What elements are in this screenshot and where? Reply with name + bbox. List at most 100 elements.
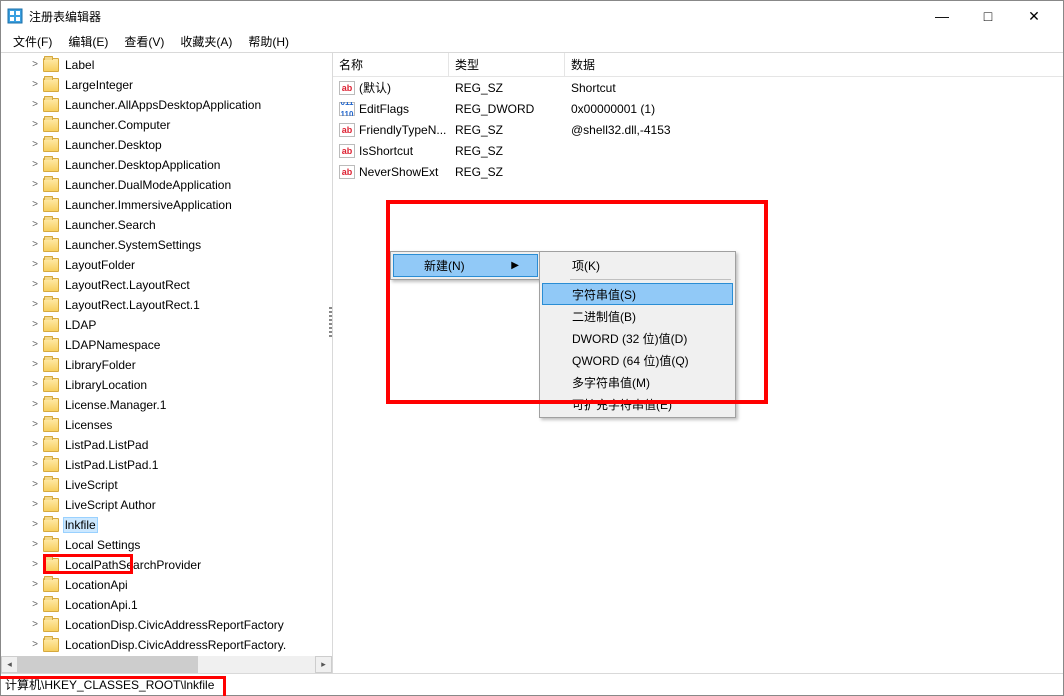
tree-item[interactable]: >ListPad.ListPad.1 [1, 455, 332, 475]
folder-icon [43, 158, 59, 172]
expander-icon[interactable]: > [29, 219, 41, 230]
expander-icon[interactable]: > [29, 139, 41, 150]
expander-icon[interactable]: > [29, 619, 41, 630]
expander-icon[interactable]: > [29, 479, 41, 490]
menu-item-new[interactable]: 新建(N) ▶ [393, 254, 538, 277]
tree-item[interactable]: >LiveScript [1, 475, 332, 495]
tree-item[interactable]: >LayoutRect.LayoutRect [1, 275, 332, 295]
column-header-type[interactable]: 类型 [449, 53, 565, 76]
expander-icon[interactable]: > [29, 99, 41, 110]
splitter-handle[interactable] [329, 307, 332, 337]
expander-icon[interactable]: > [29, 179, 41, 190]
expander-icon[interactable]: > [29, 59, 41, 70]
expander-icon[interactable]: > [29, 299, 41, 310]
scroll-left-button[interactable]: ◂ [1, 656, 18, 673]
folder-icon [43, 438, 59, 452]
value-row[interactable]: 011110EditFlagsREG_DWORD0x00000001 (1) [333, 98, 1063, 119]
expander-icon[interactable]: > [29, 279, 41, 290]
tree-item[interactable]: >LayoutRect.LayoutRect.1 [1, 295, 332, 315]
menu-帮助[interactable]: 帮助(H) [240, 31, 297, 52]
expander-icon[interactable]: > [29, 239, 41, 250]
values-pane: 名称 类型 数据 ab(默认)REG_SZShortcut011110EditF… [333, 53, 1063, 673]
expander-icon[interactable]: > [29, 499, 41, 510]
submenu-item[interactable]: 字符串值(S) [542, 283, 733, 305]
scroll-right-button[interactable]: ▸ [315, 656, 332, 673]
tree-item[interactable]: >LibraryFolder [1, 355, 332, 375]
tree-item[interactable]: >License.Manager.1 [1, 395, 332, 415]
tree-item[interactable]: >Launcher.Computer [1, 115, 332, 135]
tree-item[interactable]: >LiveScript Author [1, 495, 332, 515]
expander-icon[interactable]: > [29, 539, 41, 550]
tree-item[interactable]: >LDAPNamespace [1, 335, 332, 355]
submenu-item[interactable]: 可扩充字符串值(E) [542, 393, 733, 415]
status-path: 计算机\HKEY_CLASSES_ROOT\lnkfile [5, 676, 214, 693]
expander-icon[interactable]: > [29, 519, 41, 530]
minimize-button[interactable]: — [919, 1, 965, 31]
expander-icon[interactable]: > [29, 399, 41, 410]
tree-item[interactable]: >Local Settings [1, 535, 332, 555]
value-row[interactable]: abIsShortcutREG_SZ [333, 140, 1063, 161]
submenu-item[interactable]: 多字符串值(M) [542, 371, 733, 393]
expander-icon[interactable]: > [29, 419, 41, 430]
folder-icon [43, 398, 59, 412]
tree-item[interactable]: >LibraryLocation [1, 375, 332, 395]
expander-icon[interactable]: > [29, 259, 41, 270]
tree-item[interactable]: >ListPad.ListPad [1, 435, 332, 455]
maximize-button[interactable]: □ [965, 1, 1011, 31]
expander-icon[interactable]: > [29, 359, 41, 370]
value-row[interactable]: abFriendlyTypeN...REG_SZ@shell32.dll,-41… [333, 119, 1063, 140]
tree-item[interactable]: >Launcher.DesktopApplication [1, 155, 332, 175]
registry-tree[interactable]: >Label>LargeInteger>Launcher.AllAppsDesk… [1, 53, 332, 656]
menu-查看[interactable]: 查看(V) [116, 31, 172, 52]
tree-item[interactable]: >Launcher.ImmersiveApplication [1, 195, 332, 215]
submenu-item[interactable]: 二进制值(B) [542, 305, 733, 327]
tree-item[interactable]: >LayoutFolder [1, 255, 332, 275]
submenu-item[interactable]: DWORD (32 位)值(D) [542, 327, 733, 349]
menu-文件[interactable]: 文件(F) [5, 31, 60, 52]
menu-收藏夹[interactable]: 收藏夹(A) [172, 31, 240, 52]
expander-icon[interactable]: > [29, 459, 41, 470]
tree-item[interactable]: >LocalPathSearchProvider [1, 555, 332, 575]
tree-item[interactable]: >LocationApi.1 [1, 595, 332, 615]
expander-icon[interactable]: > [29, 199, 41, 210]
folder-icon [43, 278, 59, 292]
tree-item[interactable]: >LocationDisp.CivicAddressReportFactory. [1, 635, 332, 655]
expander-icon[interactable]: > [29, 639, 41, 650]
expander-icon[interactable]: > [29, 559, 41, 570]
string-value-icon: ab [339, 81, 355, 95]
tree-item[interactable]: >Label [1, 55, 332, 75]
value-row[interactable]: ab(默认)REG_SZShortcut [333, 77, 1063, 98]
tree-item[interactable]: >LDAP [1, 315, 332, 335]
expander-icon[interactable]: > [29, 159, 41, 170]
tree-item[interactable]: >Launcher.SystemSettings [1, 235, 332, 255]
close-button[interactable]: ✕ [1011, 1, 1057, 31]
tree-item[interactable]: >Launcher.Desktop [1, 135, 332, 155]
menubar: 文件(F)编辑(E)查看(V)收藏夹(A)帮助(H) [1, 31, 1063, 53]
tree-horizontal-scrollbar[interactable]: ◂ ▸ [1, 656, 332, 673]
tree-item[interactable]: >Launcher.AllAppsDesktopApplication [1, 95, 332, 115]
expander-icon[interactable]: > [29, 439, 41, 450]
expander-icon[interactable]: > [29, 319, 41, 330]
submenu-item[interactable]: 项(K) [542, 254, 733, 276]
tree-item[interactable]: >LocationDisp.CivicAddressReportFactory [1, 615, 332, 635]
expander-icon[interactable]: > [29, 599, 41, 610]
tree-item[interactable]: >Licenses [1, 415, 332, 435]
expander-icon[interactable]: > [29, 79, 41, 90]
column-header-name[interactable]: 名称 [333, 53, 449, 76]
tree-item[interactable]: >Launcher.Search [1, 215, 332, 235]
menu-编辑[interactable]: 编辑(E) [60, 31, 116, 52]
tree-item[interactable]: >LargeInteger [1, 75, 332, 95]
scroll-track[interactable] [18, 656, 315, 673]
tree-item[interactable]: >Launcher.DualModeApplication [1, 175, 332, 195]
expander-icon[interactable]: > [29, 379, 41, 390]
expander-icon[interactable]: > [29, 119, 41, 130]
tree-item[interactable]: >LocationApi [1, 575, 332, 595]
submenu-item[interactable]: QWORD (64 位)值(Q) [542, 349, 733, 371]
values-list[interactable]: ab(默认)REG_SZShortcut011110EditFlagsREG_D… [333, 77, 1063, 673]
scroll-thumb[interactable] [18, 656, 198, 673]
expander-icon[interactable]: > [29, 339, 41, 350]
column-header-data[interactable]: 数据 [565, 53, 1063, 76]
tree-item[interactable]: >lnkfile [1, 515, 332, 535]
value-row[interactable]: abNeverShowExtREG_SZ [333, 161, 1063, 182]
expander-icon[interactable]: > [29, 579, 41, 590]
